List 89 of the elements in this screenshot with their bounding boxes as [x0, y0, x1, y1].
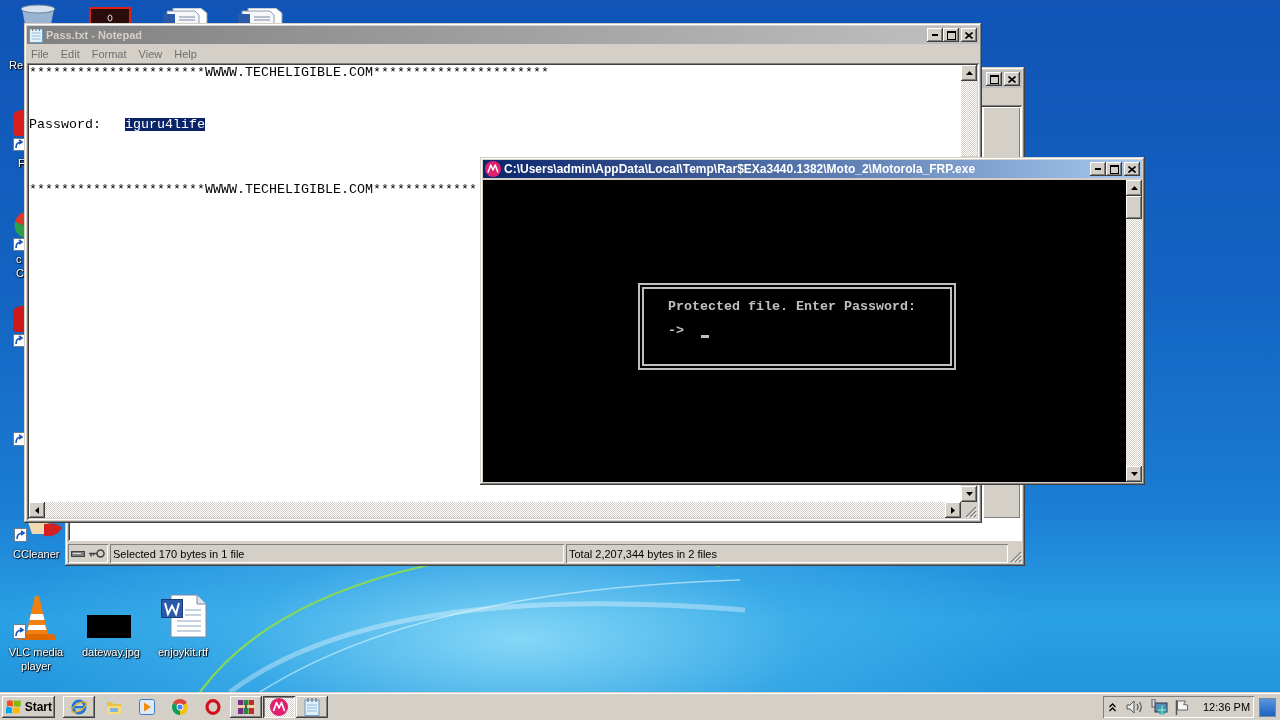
minimize-icon	[1095, 168, 1101, 170]
logo-icon	[485, 161, 501, 177]
maximize-icon	[946, 30, 956, 40]
show-desktop-button[interactable]	[1259, 697, 1276, 717]
menu-item[interactable]: Format	[85, 48, 133, 60]
maximize-icon	[1109, 164, 1119, 174]
start-button[interactable]: Start	[2, 696, 55, 718]
scroll-up-button[interactable]	[961, 65, 977, 81]
vertical-scrollbar[interactable]	[1126, 180, 1142, 482]
desktop-icon-label[interactable]: Re	[9, 58, 24, 72]
size-grip-icon[interactable]	[965, 506, 977, 518]
document-icon[interactable]	[163, 8, 210, 24]
shortcut-arrow-icon[interactable]	[13, 432, 25, 446]
logo-icon	[270, 698, 288, 716]
notepad-icon	[29, 27, 43, 43]
desktop-icon-label[interactable]: VLC media player	[0, 645, 72, 673]
window-title: C:\Users\admin\AppData\Local\Temp\Rar$EXa3440.1382\Moto_2\Motorola_FRP.exe	[504, 162, 976, 176]
arrow-down-icon	[965, 492, 973, 496]
menu-item[interactable]: View	[132, 48, 169, 60]
taskbar-button[interactable]	[263, 696, 295, 718]
notepad-icon	[304, 698, 320, 716]
text-cursor-icon	[701, 334, 709, 338]
desktop-icon-label[interactable]: dateway.jpg	[82, 645, 140, 659]
arrow-up-icon	[1130, 186, 1138, 190]
menu-item[interactable]: Edit	[54, 48, 86, 60]
desktop-icon-label[interactable]: CCleaner	[13, 547, 60, 561]
menu-item[interactable]: Help	[168, 48, 203, 60]
window-title: Pass.txt - Notepad	[46, 29, 142, 41]
arrow-down-icon	[1130, 472, 1138, 476]
scroll-up-button[interactable]	[1126, 180, 1142, 196]
arrow-up-icon	[965, 71, 973, 75]
image-thumbnail[interactable]	[87, 615, 131, 638]
desktop-icon-label[interactable]: c C	[16, 252, 24, 280]
speaker-icon[interactable]	[1126, 700, 1143, 714]
maximize-button[interactable]	[943, 28, 959, 42]
close-button[interactable]	[1124, 162, 1140, 176]
flag-logo-icon	[5, 699, 23, 715]
menu-item[interactable]: File	[25, 48, 55, 60]
shortcut-icon[interactable]	[13, 110, 25, 152]
scroll-right-button[interactable]	[945, 502, 961, 518]
document-icon[interactable]	[161, 594, 207, 638]
chevron-up-icon[interactable]	[1109, 702, 1116, 712]
password-text: iguru4life	[125, 118, 205, 131]
network-icon[interactable]	[1151, 699, 1168, 715]
drive-icon	[71, 550, 85, 557]
maximize-button[interactable]	[1106, 162, 1122, 176]
dialog-message: Protected file. Enter Password:	[668, 298, 917, 316]
close-icon	[1128, 165, 1136, 173]
maximize-icon	[989, 74, 999, 84]
taskbar-button[interactable]	[230, 696, 262, 718]
size-grip-icon[interactable]	[1010, 551, 1022, 563]
ring-icon[interactable]	[205, 699, 221, 715]
maximize-button[interactable]	[986, 72, 1002, 86]
desktop-icon-label[interactable]: enjoykit.rtf	[158, 645, 209, 659]
arrow-left-icon	[35, 506, 39, 514]
recycle-bin-icon[interactable]	[19, 4, 57, 24]
browser-icon	[70, 698, 88, 716]
desktop-icon-label[interactable]: F	[18, 156, 25, 170]
taskbar-button[interactable]	[63, 696, 95, 718]
text-line: **********************WWWW.TECHELIGIBLE.COM*************	[29, 183, 477, 196]
close-icon	[1008, 75, 1016, 83]
close-button[interactable]	[1004, 72, 1020, 86]
flag-icon[interactable]	[1175, 699, 1190, 715]
text-line: **********************WWWW.TECHELIGIBLE.COM**********************	[29, 66, 549, 79]
browser-icon[interactable]	[172, 699, 188, 715]
taskbar-button[interactable]	[296, 696, 328, 718]
status-text: Selected 170 bytes in 1 file	[110, 544, 564, 563]
arrow-right-icon	[951, 506, 955, 514]
key-icon	[89, 549, 105, 558]
app-icon[interactable]	[89, 7, 131, 24]
scrollbar-thumb[interactable]	[1126, 196, 1142, 219]
status-text: Total 2,207,344 bytes in 2 files	[566, 544, 1008, 563]
console-screen[interactable]: Protected file. Enter Password: ->	[483, 180, 1126, 482]
scroll-left-button[interactable]	[29, 502, 45, 518]
prompt-marker: ->	[668, 322, 684, 340]
shortcut-icon[interactable]	[13, 306, 25, 348]
play-icon[interactable]	[139, 699, 155, 715]
scroll-down-button[interactable]	[1126, 466, 1142, 482]
minimize-button[interactable]	[927, 28, 943, 42]
field-label: Password:	[29, 118, 101, 131]
minimize-icon	[932, 34, 938, 36]
minimize-button[interactable]	[1090, 162, 1106, 176]
document-icon[interactable]	[238, 8, 285, 24]
clock[interactable]: 12:36 PM	[1203, 701, 1251, 713]
close-icon	[965, 31, 973, 39]
books-icon	[237, 699, 255, 715]
horizontal-scrollbar[interactable]	[29, 502, 961, 518]
close-button[interactable]	[961, 28, 977, 42]
scroll-down-button[interactable]	[961, 486, 977, 502]
